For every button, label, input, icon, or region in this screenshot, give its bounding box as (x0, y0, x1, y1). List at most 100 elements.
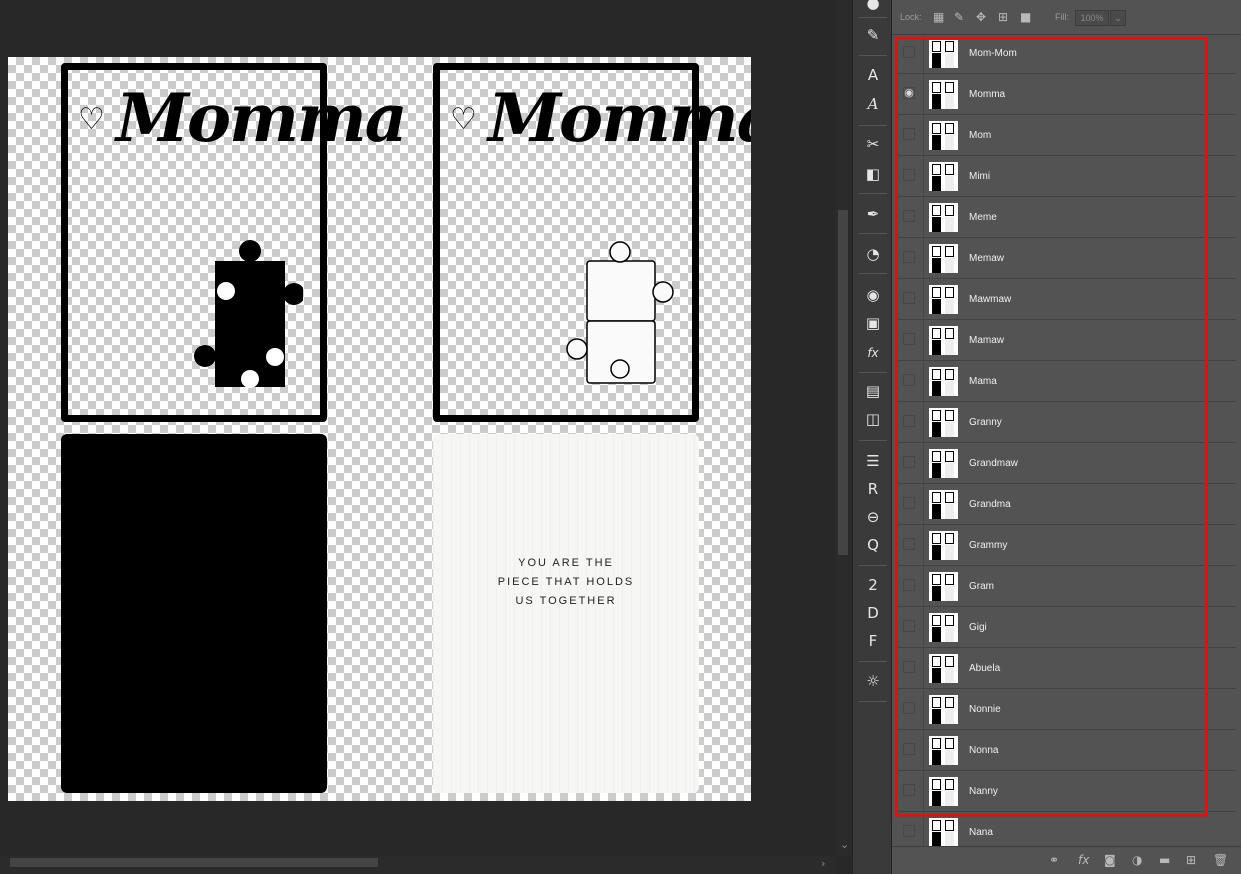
layer-row[interactable]: Memaw (896, 238, 1236, 279)
layer-row[interactable]: Gram (896, 566, 1236, 607)
lock-all-icon[interactable]: ■ (1020, 10, 1031, 24)
visibility-toggle[interactable] (903, 333, 915, 345)
visibility-toggle[interactable] (903, 538, 915, 550)
visibility-toggle[interactable] (903, 661, 915, 673)
f-icon[interactable]: F (861, 630, 885, 652)
layer-thumbnail (929, 121, 958, 150)
visibility-toggle[interactable] (903, 251, 915, 263)
row-divider (923, 648, 924, 689)
trash-icon[interactable]: 🗑 (1213, 853, 1228, 867)
layer-row[interactable]: Granny (896, 402, 1236, 443)
frame-icon[interactable]: ◫ (861, 408, 885, 430)
visibility-toggle[interactable] (903, 825, 915, 837)
row-divider (923, 402, 924, 443)
scissors-icon[interactable]: ✂ (861, 133, 885, 155)
layer-row[interactable]: Grammy (896, 525, 1236, 566)
link-layers-icon[interactable]: ⚭ (1049, 853, 1059, 867)
layer-row[interactable]: Nonnie (896, 689, 1236, 730)
black-card (61, 434, 327, 793)
visibility-toggle[interactable] (903, 620, 915, 632)
feather-icon[interactable]: ✒ (861, 203, 885, 225)
visibility-toggle[interactable] (903, 579, 915, 591)
visibility-toggle[interactable] (903, 292, 915, 304)
row-divider (923, 771, 924, 812)
text-script-icon[interactable]: A (861, 93, 885, 115)
layer-name: Momma (969, 89, 1006, 100)
r-letter-icon[interactable]: R (861, 478, 885, 500)
fill-dropdown-icon[interactable]: ⌄ (1110, 10, 1126, 26)
lock-brush-icon[interactable]: ✎ (954, 10, 964, 24)
eye-icon[interactable]: ◉ (903, 87, 915, 99)
fx-icon[interactable]: fx (1078, 853, 1089, 867)
layer-row[interactable]: Nonna (896, 730, 1236, 771)
layer-name: Nonnie (969, 704, 1001, 715)
layer-row[interactable]: Nanny (896, 771, 1236, 812)
fill-label: Fill: (1055, 12, 1069, 22)
visibility-toggle[interactable] (903, 128, 915, 140)
s-circle-icon[interactable]: ⊖ (861, 506, 885, 528)
fill-input[interactable]: 100% (1075, 10, 1109, 26)
image-icon[interactable]: ▤ (861, 380, 885, 402)
palette-icon[interactable]: ◉ (861, 284, 885, 306)
layer-thumbnail (929, 613, 958, 642)
row-divider (923, 74, 924, 115)
two-icon[interactable]: 2 (861, 574, 885, 596)
tool-icon[interactable]: ● (861, 0, 885, 14)
visibility-toggle[interactable] (903, 374, 915, 386)
fx-icon[interactable]: fx (861, 342, 885, 364)
lock-artboard-icon[interactable]: ⊞ (998, 10, 1008, 24)
layer-row[interactable]: Mom-Mom (896, 33, 1236, 74)
layer-row[interactable]: Mimi (896, 156, 1236, 197)
row-divider (923, 361, 924, 402)
d-icon[interactable]: D (861, 602, 885, 624)
adjustment-icon[interactable]: ◑ (1132, 853, 1142, 867)
pacman-icon[interactable]: ◔ (861, 243, 885, 265)
layer-row[interactable]: Mama (896, 361, 1236, 402)
lock-transparent-icon[interactable]: ▦ (933, 10, 944, 24)
visibility-toggle[interactable] (903, 210, 915, 222)
visibility-toggle[interactable] (903, 456, 915, 468)
visibility-toggle[interactable] (903, 743, 915, 755)
visibility-toggle[interactable] (903, 46, 915, 58)
layer-name: Mimi (969, 171, 991, 182)
layer-row[interactable]: Mom (896, 115, 1236, 156)
layer-thumbnail (929, 449, 958, 478)
scroll-down-icon[interactable]: ⌄ (840, 838, 849, 851)
layer-row[interactable]: ◉ Momma (896, 74, 1236, 115)
lock-move-icon[interactable]: ✥ (976, 10, 986, 24)
mask-icon[interactable]: ◙ (1104, 853, 1116, 867)
visibility-toggle[interactable] (903, 415, 915, 427)
paragraph-icon[interactable]: ☰ (861, 450, 885, 472)
layer-row[interactable]: Mamaw (896, 320, 1236, 361)
layer-row[interactable]: Abuela (896, 648, 1236, 689)
layer-name: Gram (969, 581, 994, 592)
row-divider (923, 320, 924, 361)
layer-row[interactable]: Meme (896, 197, 1236, 238)
layer-row[interactable]: Grandma (896, 484, 1236, 525)
visibility-toggle[interactable] (903, 169, 915, 181)
layer-thumbnail (929, 777, 958, 806)
q-icon[interactable]: Q (861, 534, 885, 556)
layer-thumbnail (929, 736, 958, 765)
layer-row[interactable]: Grandmaw (896, 443, 1236, 484)
layer-row[interactable]: Mawmaw (896, 279, 1236, 320)
list-brush-icon[interactable]: ✎ (861, 24, 885, 46)
layer-name: Mama (969, 376, 997, 387)
layer-thumbnail (929, 490, 958, 519)
layer-thumbnail (929, 39, 958, 68)
visibility-toggle[interactable] (903, 702, 915, 714)
visibility-toggle[interactable] (903, 784, 915, 796)
visibility-toggle[interactable] (903, 497, 915, 509)
puzzle-pieces-black (194, 240, 303, 388)
vertical-scroll-thumb[interactable] (838, 210, 848, 555)
folder-icon[interactable]: ▬ (1159, 853, 1170, 867)
layer-row[interactable]: Gigi (896, 607, 1236, 648)
scroll-right-icon[interactable]: › (821, 857, 825, 870)
new-layer-icon[interactable]: ⊞ (1186, 853, 1196, 867)
text-a-icon[interactable]: A (861, 64, 885, 86)
gradient-icon[interactable]: ▣ (861, 312, 885, 334)
lightbulb-icon[interactable]: ☼ (861, 670, 885, 692)
horizontal-scroll-thumb[interactable] (10, 858, 378, 867)
document-canvas[interactable]: ♡ Momma ♡ Momma YOU ARE THE PIECE THAT H… (8, 57, 751, 801)
bookmark-icon[interactable]: ◧ (861, 163, 885, 185)
